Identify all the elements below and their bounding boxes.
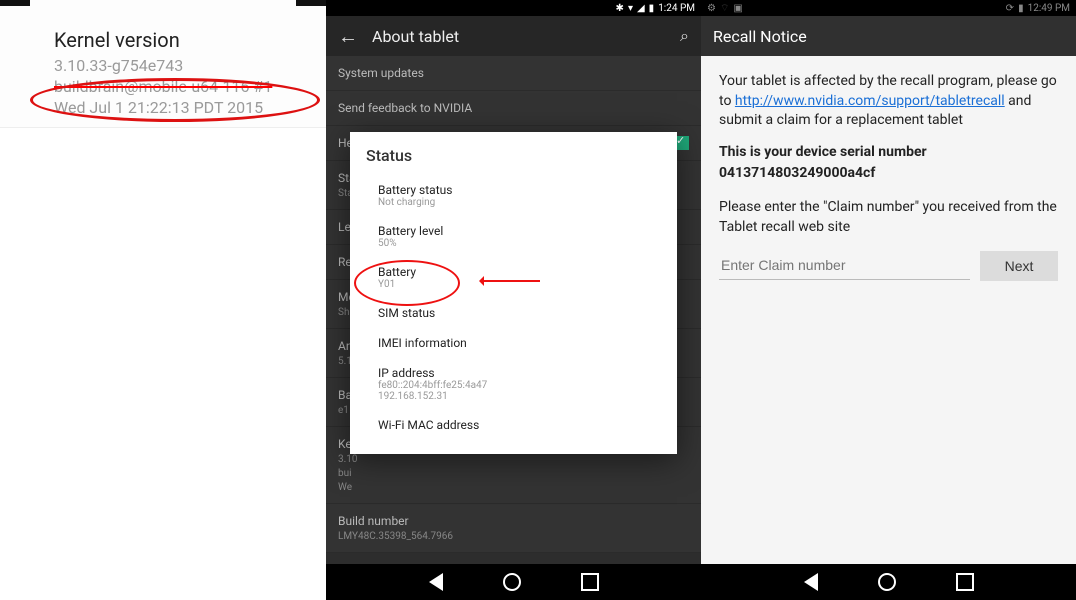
row-wifi-mac[interactable]: Wi-Fi MAC address: [350, 410, 677, 440]
claim-number-input[interactable]: [719, 251, 970, 280]
cast-icon: ▣: [733, 3, 742, 14]
recall-body: Your tablet is affected by the recall pr…: [701, 56, 1076, 297]
nav-bar: [326, 564, 701, 600]
search-icon[interactable]: ⌕: [680, 26, 689, 46]
status-bar: ⚙ ⌔ ▣ ⟳ ▮ 12:49 PM: [701, 0, 1076, 16]
app-bar: ← About tablet ⌕: [326, 16, 701, 56]
nav-home-icon[interactable]: [503, 573, 521, 591]
signal-icon: ◢: [637, 3, 645, 14]
bluetooth-icon: ✱: [616, 3, 624, 14]
wifi-off-icon: ⌔: [720, 2, 729, 15]
kernel-heading: Kernel version: [54, 28, 272, 52]
kernel-card: Kernel version 3.10.33-g754e743 buildbra…: [0, 0, 326, 128]
pane-kernel-version: Kernel version 3.10.33-g754e743 buildbra…: [0, 0, 326, 600]
row-ip[interactable]: IP addressfe80::204:4bff:fe25:4a47 192.1…: [350, 358, 677, 410]
item-build[interactable]: Build numberLMY48C.35398_564.7966: [326, 504, 701, 553]
row-imei[interactable]: IMEI information: [350, 328, 677, 358]
appbar-title: Recall Notice: [713, 27, 1064, 46]
kernel-line1: 3.10.33-g754e743: [54, 56, 272, 77]
serial-label: This is your device serial number: [719, 143, 1058, 163]
row-battery-status[interactable]: Battery statusNot charging: [350, 175, 677, 216]
checkbox-icon[interactable]: [675, 136, 689, 150]
nav-recent-icon[interactable]: [956, 573, 974, 591]
nav-bar: [701, 564, 1076, 600]
pane-about-tablet: ✱ ▾ ◢ ▮ 1:24 PM ← About tablet ⌕ System …: [326, 0, 701, 600]
battery-icon: ▮: [1018, 3, 1024, 14]
app-bar: Recall Notice: [701, 16, 1076, 56]
battery-icon: ▮: [649, 3, 655, 14]
nav-home-icon[interactable]: [878, 573, 896, 591]
rotate-icon: ⟳: [1006, 3, 1014, 14]
item-send-feedback[interactable]: Send feedback to NVIDIA: [326, 91, 701, 126]
row-battery[interactable]: BatteryY01: [350, 257, 677, 298]
appbar-title: About tablet: [372, 27, 680, 46]
clock: 12:49 PM: [1028, 3, 1070, 14]
annotation-arrow: [480, 280, 540, 282]
nav-back-icon[interactable]: [429, 573, 443, 591]
status-bar: ✱ ▾ ◢ ▮ 1:24 PM: [326, 0, 701, 16]
next-button[interactable]: Next: [980, 251, 1058, 281]
item-system-updates[interactable]: System updates: [326, 56, 701, 91]
kernel-line2: buildbrain@mobile-u64-116 #1: [54, 77, 272, 98]
status-dialog: Status Battery statusNot charging Batter…: [350, 132, 677, 454]
serial-value: 0413714803249000a4cf: [719, 164, 1058, 184]
row-sim-status[interactable]: SIM status: [350, 298, 677, 328]
recall-link[interactable]: http://www.nvidia.com/support/tabletreca…: [735, 93, 1005, 109]
back-icon[interactable]: ←: [338, 24, 356, 49]
settings-icon: ⚙: [707, 3, 716, 14]
clock: 1:24 PM: [658, 3, 695, 14]
row-battery-level[interactable]: Battery level50%: [350, 216, 677, 257]
claim-prompt: Please enter the "Claim number" you rece…: [719, 198, 1058, 237]
recall-text: Your tablet is affected by the recall pr…: [719, 72, 1058, 131]
pane-recall-notice: ⚙ ⌔ ▣ ⟳ ▮ 12:49 PM Recall Notice Your ta…: [701, 0, 1076, 600]
nav-recent-icon[interactable]: [581, 573, 599, 591]
dialog-title: Status: [350, 146, 677, 175]
kernel-line3: Wed Jul 1 21:22:13 PDT 2015: [54, 98, 272, 119]
nav-back-icon[interactable]: [804, 573, 818, 591]
wifi-icon: ▾: [628, 3, 633, 14]
